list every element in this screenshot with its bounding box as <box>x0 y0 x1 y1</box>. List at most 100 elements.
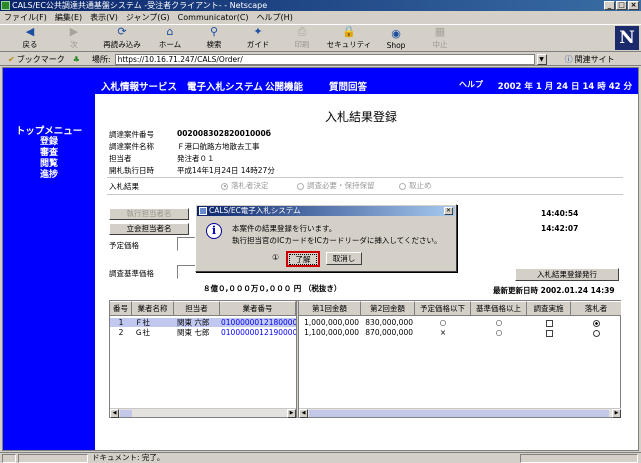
cell-vendor-id[interactable]: 01000000121800001 <box>220 318 296 327</box>
nav-e-bidding[interactable]: 電子入札システム <box>187 79 263 93</box>
cell-company[interactable]: Ｇ社 <box>132 328 174 337</box>
cell-person[interactable]: 関東 七郎 <box>174 328 220 337</box>
scroll-thumb[interactable] <box>309 410 609 417</box>
location-bar: ✔ ブックマーク ♣ 場所: https://10.16.71.247/CALS… <box>0 53 641 66</box>
scroll-right-icon[interactable]: ▶ <box>612 409 621 418</box>
scroll-thumb[interactable] <box>120 410 132 417</box>
guide-label: ガイド <box>246 40 270 49</box>
scroll-right-icon[interactable]: ▶ <box>287 409 296 418</box>
dialog-title-bar[interactable]: CALS/EC電子入札システム ✕ <box>197 206 455 216</box>
menu-register[interactable]: 登録 <box>3 137 95 148</box>
case-name: Ｆ港口航路方地散去工事 <box>177 142 260 151</box>
guide-button[interactable]: ✦ ガイド <box>236 25 280 52</box>
menu-help[interactable]: ヘルプ(H) <box>257 12 293 23</box>
current-datetime: 2002 年 1 月 24 日 14 時 42 分 <box>497 82 632 92</box>
print-button[interactable]: ⎙ 印刷 <box>280 25 324 52</box>
scroll-left-icon[interactable]: ◀ <box>110 409 119 418</box>
cell-no[interactable]: 1 <box>110 318 132 327</box>
close-button[interactable]: × <box>628 1 639 10</box>
reload-button[interactable]: ⟳ 再読み込み <box>96 25 148 52</box>
search-icon: ⚲ <box>209 25 219 38</box>
cell-person[interactable]: 関東 六郎 <box>174 318 220 327</box>
scroll-left-icon[interactable]: ◀ <box>299 409 308 418</box>
radio-winner-decided[interactable]: 落札者決定 <box>221 180 269 191</box>
cell-amount1[interactable]: 1,000,000,000 <box>299 318 361 327</box>
nav-bid-info[interactable]: 入札情報サービス <box>101 79 177 93</box>
back-button[interactable]: ◀ 戻る <box>8 25 52 52</box>
col-header[interactable]: 調査実施 <box>527 301 571 316</box>
menu-progress[interactable]: 進捗 <box>3 170 95 181</box>
menu-view[interactable]: 表示(V) <box>90 12 118 23</box>
executor-button[interactable]: 執行担当者名 <box>109 208 189 220</box>
col-header[interactable]: 業者名称 <box>132 301 174 316</box>
col-header[interactable]: 落札者 <box>571 301 621 316</box>
maximize-button[interactable]: □ <box>616 1 627 10</box>
col-header[interactable]: 予定価格以下 <box>415 301 471 316</box>
dialog-message-line2: 執行担当官のICカードをICカードリーダに挿入してください。 <box>232 236 442 245</box>
witness-button[interactable]: 立会担当者名 <box>109 223 189 235</box>
radio-cancel[interactable]: 取止め <box>399 180 432 191</box>
location-label: 場所: <box>91 54 111 64</box>
cell-amount2[interactable]: 830,000,000 <box>361 318 415 327</box>
menu-review[interactable]: 審査 <box>3 148 95 159</box>
register-issue-button[interactable]: 入札結果登録発行 <box>515 268 619 281</box>
survey-checkbox[interactable] <box>527 318 571 327</box>
shop-button[interactable]: ◉ Shop <box>374 25 418 52</box>
cell-no[interactable]: 2 <box>110 328 132 337</box>
cancel-button[interactable]: 取消し <box>326 252 362 265</box>
nav-public[interactable]: 公開機能 <box>265 79 303 93</box>
window-title-bar[interactable]: CALS/EC公共調達共通基盤システム -受注者クライアント- - Netsca… <box>0 0 641 11</box>
url-dropdown-icon[interactable]: ▼ <box>536 53 547 65</box>
col-header[interactable]: 第1回金額 <box>299 301 361 316</box>
security-lock-icon[interactable] <box>2 454 16 463</box>
top-menu-link[interactable]: トップメニュー <box>3 126 95 137</box>
col-header[interactable]: 基準価格以上 <box>471 301 527 316</box>
nav-qa[interactable]: 質問回答 <box>329 79 367 93</box>
cell-amount1[interactable]: 1,100,000,000 <box>299 328 361 337</box>
menu-go[interactable]: ジャンプ(G) <box>126 12 170 23</box>
cell-company[interactable]: Ｆ社 <box>132 318 174 327</box>
related-sites-button[interactable]: 関連サイト <box>575 54 615 65</box>
divider <box>107 194 623 195</box>
col-header[interactable]: 第2回金額 <box>361 301 415 316</box>
minimize-button[interactable]: _ <box>604 1 615 10</box>
winner-radio[interactable] <box>571 328 621 337</box>
ok-button[interactable]: 了解 <box>286 251 320 267</box>
menu-file[interactable]: ファイル(F) <box>4 12 47 23</box>
col-header[interactable]: 担当者 <box>174 301 220 316</box>
right-horizontal-scrollbar[interactable]: ◀ ▶ <box>299 408 621 418</box>
progress-indicator <box>18 454 88 463</box>
cell-above-base: ○ <box>495 328 503 337</box>
survey-checkbox[interactable] <box>527 328 571 337</box>
col-header[interactable]: 番号 <box>110 301 132 316</box>
bookmark-button[interactable]: ブックマーク <box>17 54 65 65</box>
case-number: 00200830282001000б <box>177 129 271 138</box>
url-field[interactable]: https://10.16.71.247/CALS/Order/ <box>114 53 535 65</box>
menu-edit[interactable]: 編集(E) <box>55 12 82 23</box>
radio-winner-label: 落札者決定 <box>231 181 269 190</box>
result-label: 入札結果 <box>109 182 139 191</box>
divider <box>107 177 623 178</box>
forward-button[interactable]: ▶ 次 <box>52 25 96 52</box>
dialog-close-button[interactable]: ✕ <box>444 207 453 215</box>
forward-icon: ▶ <box>69 25 79 38</box>
top-navigation: 入札情報サービス 電子入札システム 公開機能 質問回答 ヘルプ 2002 年 1… <box>3 68 638 94</box>
menu-communicator[interactable]: Communicator(C) <box>178 13 249 22</box>
search-button[interactable]: ⚲ 検索 <box>192 25 236 52</box>
security-button[interactable]: 🔒 セキュリティ <box>324 25 374 52</box>
cell-amount2[interactable]: 870,000,000 <box>361 328 415 337</box>
dialog-title: CALS/EC電子入札システム <box>209 206 301 215</box>
winner-radio[interactable] <box>571 318 621 327</box>
menu-browse[interactable]: 閲覧 <box>3 159 95 170</box>
page-proxy-icon[interactable]: ♣ <box>73 55 80 64</box>
case-name-label: 調達案件名称 <box>109 142 154 151</box>
nav-help[interactable]: ヘルプ <box>459 79 483 90</box>
component-bar[interactable] <box>520 454 638 463</box>
cell-vendor-id[interactable]: 01000000121900001 <box>220 328 296 337</box>
radio-survey-hold[interactable]: 調査必要・保持保留 <box>297 180 375 191</box>
col-header[interactable]: 業者番号 <box>220 301 296 316</box>
left-horizontal-scrollbar[interactable]: ◀ ▶ <box>110 408 296 418</box>
home-button[interactable]: ⌂ ホーム <box>148 25 192 52</box>
stop-button[interactable]: ▦ 中止 <box>418 25 462 52</box>
forward-label: 次 <box>70 40 78 49</box>
